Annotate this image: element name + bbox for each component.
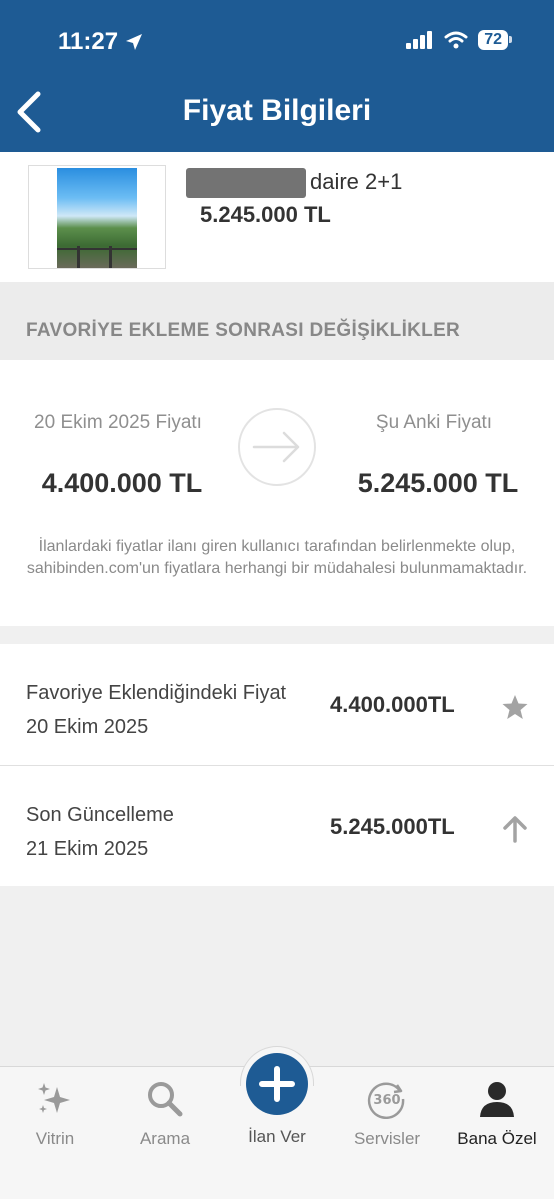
- old-price-label: 20 Ekim 2025 Fiyatı: [34, 412, 202, 433]
- price-disclaimer: İlanlardaki fiyatlar ilanı giren kullanı…: [26, 538, 528, 577]
- battery-indicator: 72: [478, 30, 512, 50]
- tab-label: Bana Özel: [457, 1129, 537, 1148]
- section-header: FAVORİYE EKLEME SONRASI DEĞİŞİKLİKLER: [0, 282, 554, 360]
- price-history-list: Favoriye Eklendiğindeki Fiyat 20 Ekim 20…: [0, 644, 554, 886]
- app-header: 11:27 72 Fiyat Bilgileri: [0, 0, 554, 152]
- history-row-date: 20 Ekim 2025: [26, 716, 149, 738]
- tab-bana-ozel[interactable]: Bana Özel: [442, 1067, 552, 1199]
- redacted-text: [186, 168, 306, 198]
- history-row-price: 4.400.000TL: [330, 692, 455, 717]
- page-title: Fiyat Bilgileri: [182, 94, 372, 127]
- history-row-title: Son Güncelleme: [26, 804, 174, 826]
- tab-label: Arama: [139, 1129, 191, 1148]
- price-comparison: 20 Ekim 2025 Fiyatı 4.400.000 TL Şu Anki…: [0, 360, 554, 626]
- tab-arama[interactable]: Arama: [110, 1067, 220, 1199]
- status-indicators: 72: [406, 30, 512, 50]
- tab-label: Vitrin: [35, 1129, 75, 1148]
- tab-servisler[interactable]: 360 Servisler: [332, 1067, 442, 1199]
- post-listing-label: İlan Ver: [248, 1127, 306, 1146]
- section-title: FAVORİYE EKLEME SONRASI DEĞİŞİKLİKLER: [26, 320, 461, 341]
- arrow-up-icon: [503, 816, 527, 843]
- search-icon: [148, 1082, 183, 1117]
- star-icon: [502, 695, 528, 719]
- svg-text:360: 360: [373, 1093, 400, 1108]
- arrow-right-icon: [238, 408, 316, 486]
- plus-icon: [259, 1066, 295, 1102]
- signal-icon: [406, 31, 433, 49]
- listing-thumbnail: [28, 165, 166, 269]
- tab-vitrin[interactable]: Vitrin: [0, 1067, 110, 1199]
- old-price-value: 4.400.000 TL: [41, 468, 203, 498]
- history-row-price: 5.245.000TL: [330, 814, 455, 839]
- history-row-favorited: Favoriye Eklendiğindeki Fiyat 20 Ekim 20…: [0, 644, 554, 765]
- tab-label: Servisler: [353, 1129, 421, 1148]
- listing-title: daire 2+1: [310, 169, 403, 194]
- 360-icon: 360: [367, 1082, 405, 1119]
- current-price-label: Şu Anki Fiyatı: [375, 412, 493, 433]
- status-bar-time: 11:27: [58, 28, 144, 56]
- user-icon: [480, 1082, 514, 1117]
- time-text: 11:27: [58, 28, 119, 55]
- wifi-icon: [444, 31, 468, 49]
- sparkles-icon: [38, 1083, 70, 1113]
- location-arrow-icon: [126, 34, 143, 50]
- listing-price: 5.245.000 TL: [200, 202, 331, 227]
- history-row-last-update: Son Güncelleme 21 Ekim 2025 5.245.000TL: [0, 765, 554, 886]
- current-price-value: 5.245.000 TL: [357, 468, 519, 498]
- history-row-title: Favoriye Eklendiğindeki Fiyat: [26, 682, 287, 704]
- listing-summary[interactable]: daire 2+1 5.245.000 TL: [0, 152, 554, 282]
- history-row-date: 21 Ekim 2025: [26, 838, 149, 860]
- post-listing-button[interactable]: [246, 1053, 308, 1115]
